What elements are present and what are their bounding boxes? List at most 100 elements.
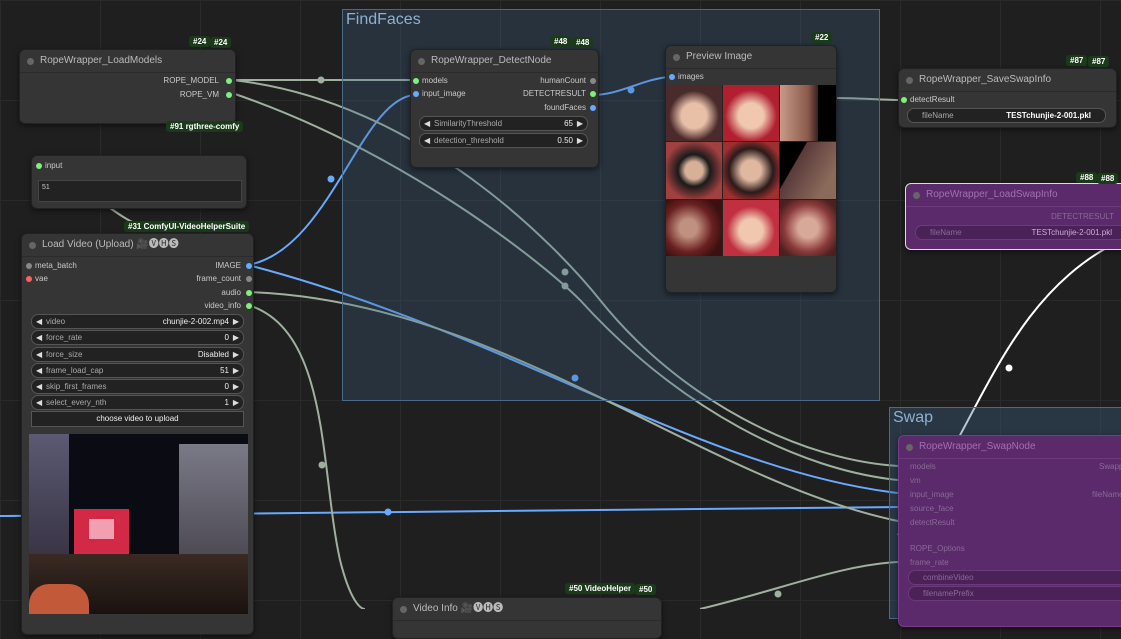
node-id-badge: #24	[210, 37, 232, 48]
face-thumbnail	[780, 142, 836, 199]
node-id-badge: #87	[1066, 55, 1088, 66]
widget-filename-prefix[interactable]: filenamePrefix	[908, 586, 1121, 601]
output-detectresult: DETECTRESULT	[1051, 212, 1114, 221]
widget-combine-video[interactable]: combineVideo	[908, 570, 1121, 585]
node-load-video[interactable]: Load Video (Upload) 🎥🅥🅗🅢 meta_batch vae …	[21, 233, 254, 635]
input-frame-rate: frame_rate	[910, 558, 949, 567]
input-rope-options: ROPE_Options	[910, 544, 965, 553]
input-dot[interactable]	[413, 91, 419, 97]
widget-filename[interactable]: fileName TESTchunjie-2-001.pkl	[907, 108, 1106, 123]
output-swapped: Swapp	[1099, 462, 1121, 471]
face-thumbnail	[780, 85, 836, 142]
video-preview	[29, 434, 248, 614]
face-thumbnail	[666, 199, 722, 256]
node-title: Load Video (Upload) 🎥🅥🅗🅢	[22, 234, 253, 257]
output-dot[interactable]	[246, 276, 252, 282]
output-dot[interactable]	[246, 263, 252, 269]
output-rope-vm: ROPE_VM	[179, 90, 219, 99]
output-dot[interactable]	[226, 92, 232, 98]
face-thumbnail	[723, 85, 779, 142]
input-models: models	[910, 462, 936, 471]
node-load-swap-info[interactable]: RopeWrapper_LoadSwapInfo DETECTRESULT fi…	[905, 183, 1121, 250]
node-title: RopeWrapper_SwapNode	[899, 436, 1121, 459]
widget-detection-threshold[interactable]: ◀ detection_threshold 0.50 ▶	[419, 133, 588, 148]
node-title: RopeWrapper_LoadModels	[20, 50, 235, 73]
node-id-badge: #22	[811, 32, 833, 43]
node-title: RopeWrapper_DetectNode	[411, 50, 598, 73]
input-label: input	[45, 161, 63, 170]
input-dot[interactable]	[36, 163, 42, 169]
widget-filename[interactable]: fileName TESTchunjie-2-001.pkl	[915, 225, 1121, 240]
node-source-badge: #50 VideoHelper	[565, 583, 636, 594]
input-value-field[interactable]: 51	[38, 180, 242, 202]
widget-video[interactable]: ◀ video chunjie-2-002.mp4 ▶	[31, 314, 244, 329]
input-vm: vm	[910, 476, 921, 485]
input-dot[interactable]	[669, 74, 675, 80]
node-id-badge: #48	[572, 37, 594, 48]
input-images: images	[678, 72, 704, 81]
output-audio: audio	[221, 288, 241, 297]
node-id-badge: #24	[189, 36, 211, 47]
node-swap[interactable]: RopeWrapper_SwapNode models vm input_ima…	[898, 435, 1121, 627]
output-rope-model: ROPE_MODEL	[163, 76, 219, 85]
output-frame-count: frame_count	[196, 274, 241, 283]
input-value: 51	[42, 184, 50, 191]
node-input[interactable]: input 51	[31, 155, 247, 209]
node-id-badge: #88	[1097, 173, 1119, 184]
node-title: RopeWrapper_SaveSwapInfo	[899, 69, 1116, 92]
node-load-models[interactable]: RopeWrapper_LoadModels ROPE_MODEL ROPE_V…	[19, 49, 236, 124]
widget-skip-first-frames[interactable]: ◀ skip_first_frames 0 ▶	[31, 379, 244, 394]
group-title: FindFaces	[346, 11, 421, 28]
output-dot[interactable]	[246, 290, 252, 296]
output-dot[interactable]	[246, 303, 252, 309]
link-videoinfo-framerate	[699, 561, 899, 609]
node-source-badge: #31 ComfyUI-VideoHelperSuite	[124, 221, 250, 232]
widget-frame-load-cap[interactable]: ◀ frame_load_cap 51 ▶	[31, 363, 244, 378]
node-save-swap-info[interactable]: RopeWrapper_SaveSwapInfo detectResult fi…	[898, 68, 1117, 128]
output-detectresult: DETECTRESULT	[523, 89, 586, 98]
group-title: Swap	[893, 409, 934, 426]
node-video-info[interactable]: Video Info 🎥🅥🅗🅢	[392, 597, 662, 639]
face-thumbnail	[666, 85, 722, 142]
widget-force-rate[interactable]: ◀ force_rate 0 ▶	[31, 330, 244, 345]
output-image: IMAGE	[215, 261, 241, 270]
face-thumbnail	[723, 199, 779, 256]
node-detect[interactable]: RopeWrapper_DetectNode models input_imag…	[410, 49, 599, 168]
input-dot[interactable]	[26, 276, 32, 282]
face-thumbnail	[723, 142, 779, 199]
node-preview-image[interactable]: Preview Image images	[665, 45, 837, 293]
output-human-count: humanCount	[540, 76, 586, 85]
output-dot[interactable]	[590, 78, 596, 84]
output-dot[interactable]	[590, 91, 596, 97]
node-id-badge: #48	[550, 36, 572, 47]
face-thumbnail	[666, 142, 722, 199]
input-vae: vae	[35, 274, 48, 283]
input-input-image: input_image	[910, 490, 954, 499]
node-id-badge: #88	[1076, 172, 1098, 183]
input-dot[interactable]	[901, 97, 907, 103]
input-models: models	[422, 76, 448, 85]
node-source-badge: #91 rgthree-comfy	[166, 121, 244, 132]
face-thumbnail	[780, 199, 836, 256]
input-image: input_image	[422, 89, 466, 98]
choose-video-button[interactable]: choose video to upload	[31, 411, 244, 427]
input-dot[interactable]	[413, 78, 419, 84]
node-id-badge: #50	[635, 584, 657, 595]
input-detect-result: detectResult	[910, 95, 955, 104]
node-title: Preview Image	[666, 46, 836, 69]
widget-select-every-nth[interactable]: ◀ select_every_nth 1 ▶	[31, 395, 244, 410]
output-video-info: video_info	[204, 301, 241, 310]
input-dot[interactable]	[26, 263, 32, 269]
output-dot[interactable]	[226, 78, 232, 84]
output-filename: fileName	[1092, 490, 1121, 499]
node-id-badge: #87	[1088, 56, 1110, 67]
output-found-faces: foundFaces	[544, 103, 586, 112]
input-detect-result: detectResult	[910, 518, 955, 527]
input-source-face: source_face	[910, 504, 954, 513]
widget-force-size[interactable]: ◀ force_size Disabled ▶	[31, 347, 244, 362]
node-title: Video Info 🎥🅥🅗🅢	[393, 598, 661, 621]
face-grid	[666, 85, 836, 256]
input-meta-batch: meta_batch	[35, 261, 77, 270]
widget-similarity-threshold[interactable]: ◀ SimilarityThreshold 65 ▶	[419, 116, 588, 131]
output-dot[interactable]	[590, 105, 596, 111]
